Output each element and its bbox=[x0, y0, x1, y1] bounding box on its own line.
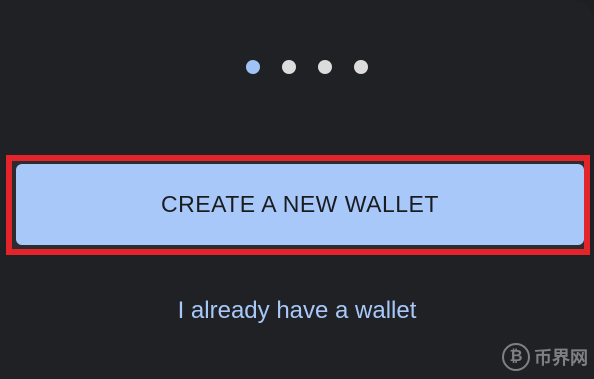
page-indicator-dot-1 bbox=[246, 60, 260, 74]
page-indicator-dot-3 bbox=[318, 60, 332, 74]
watermark-text: 币界网 bbox=[534, 348, 588, 369]
watermark: ₿ 币界网 bbox=[502, 343, 588, 371]
create-new-wallet-button[interactable]: CREATE A NEW WALLET bbox=[16, 164, 584, 245]
watermark-logo-icon: ₿ bbox=[502, 343, 530, 371]
onboarding-screen: CREATE A NEW WALLET I already have a wal… bbox=[0, 0, 594, 379]
page-indicator-dot-4 bbox=[354, 60, 368, 74]
page-indicator-dot-2 bbox=[282, 60, 296, 74]
already-have-wallet-link[interactable]: I already have a wallet bbox=[0, 297, 594, 325]
pagination-dots bbox=[246, 60, 368, 74]
